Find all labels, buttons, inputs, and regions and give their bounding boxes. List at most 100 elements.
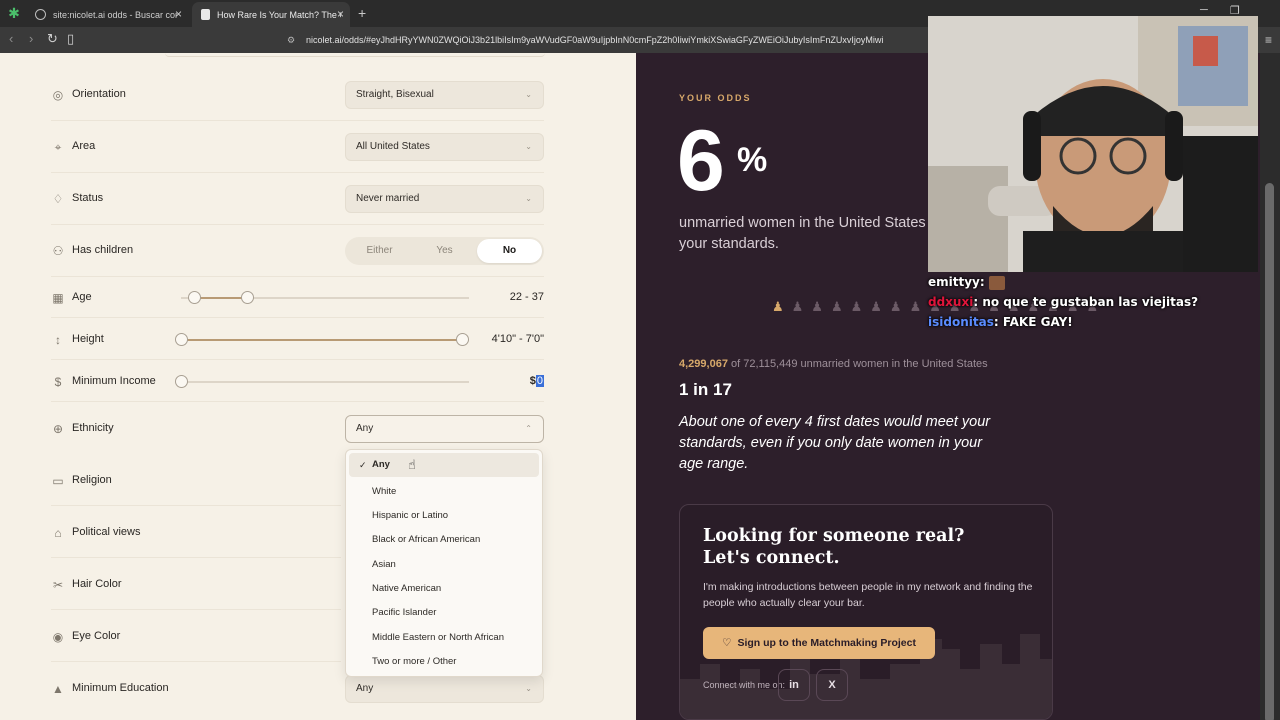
area-select[interactable]: All United States ⌄ bbox=[345, 133, 544, 161]
filter-label: Orientation bbox=[72, 88, 126, 100]
filter-label: Religion bbox=[72, 474, 112, 486]
ethnicity-select[interactable]: Any ⌃ bbox=[345, 415, 544, 443]
filter-ethnicity: ⊕ Ethnicity Any ⌃ bbox=[51, 415, 544, 443]
webcam-overlay bbox=[928, 16, 1258, 272]
building-icon: ⌂ bbox=[54, 526, 62, 540]
ethnicity-option[interactable]: Native American bbox=[346, 577, 542, 601]
segment-yes[interactable]: Yes bbox=[412, 239, 477, 263]
sidebar-toggle-icon[interactable]: ▯ bbox=[67, 31, 74, 47]
filter-label: Minimum Income bbox=[72, 375, 156, 387]
divider bbox=[51, 120, 544, 121]
height-max-handle[interactable] bbox=[456, 333, 469, 346]
income-slider bbox=[175, 375, 469, 389]
address-bar[interactable]: ⚙ nicolet.ai/odds/#eyJhdHRyYWN0ZWQiOiJ3b… bbox=[282, 30, 930, 50]
select-value: Never married bbox=[356, 193, 420, 204]
filter-label: Area bbox=[72, 140, 96, 152]
divider bbox=[51, 661, 341, 662]
menu-icon[interactable]: ≡ bbox=[1265, 33, 1272, 47]
graduation-cap-icon: ▲ bbox=[52, 682, 64, 696]
scrollbar-thumb[interactable] bbox=[1265, 183, 1274, 720]
site-info-icon[interactable]: ⚙ bbox=[287, 30, 295, 50]
education-select[interactable]: Any ⌄ bbox=[345, 675, 544, 703]
divider bbox=[51, 505, 341, 506]
close-icon[interactable]: × bbox=[337, 7, 344, 21]
divider bbox=[51, 557, 341, 558]
ethnicity-option[interactable]: Black or African American bbox=[346, 528, 542, 552]
slider-fill bbox=[181, 339, 462, 341]
height-arrows-icon: ↕ bbox=[55, 333, 61, 347]
stream-chat: emittyy: ddxuxi: no que te gustaban las … bbox=[928, 272, 1260, 332]
slider-fill bbox=[194, 297, 247, 299]
chevron-down-icon: ⌄ bbox=[525, 142, 532, 151]
results-kicker: YOUR ODDS bbox=[679, 93, 752, 103]
page-favicon-icon bbox=[201, 9, 210, 20]
segment-no[interactable]: No bbox=[477, 239, 542, 263]
filter-income: $ Minimum Income $0 bbox=[51, 375, 544, 389]
prev-field-edge bbox=[165, 53, 545, 57]
divider bbox=[51, 224, 544, 225]
check-icon: ✓ bbox=[359, 460, 367, 470]
back-icon[interactable]: ‹ bbox=[9, 31, 13, 46]
x-button[interactable]: X bbox=[816, 669, 848, 701]
filter-label: Eye Color bbox=[72, 630, 121, 642]
filter-label: Status bbox=[72, 192, 104, 204]
filter-label: Age bbox=[72, 291, 92, 303]
filter-children: ⚇ Has children Either Yes No bbox=[51, 237, 544, 265]
filter-height: ↕ Height 4'10" - 7'0" bbox=[51, 333, 544, 347]
slider-track bbox=[181, 381, 469, 383]
reload-icon[interactable]: ↻ bbox=[47, 31, 58, 47]
filter-orientation: ◎ Orientation Straight, Bisexual ⌄ bbox=[51, 81, 544, 109]
tab-title: How Rare Is Your Match? The Od bbox=[217, 9, 341, 20]
age-value: 22 - 37 bbox=[509, 291, 544, 303]
extension-icon[interactable]: ✱ bbox=[6, 5, 22, 21]
orientation-icon: ◎ bbox=[52, 88, 64, 102]
height-range-slider bbox=[175, 333, 469, 347]
currency-symbol: $ bbox=[529, 375, 536, 387]
ethnicity-option[interactable]: Hispanic or Latino bbox=[346, 504, 542, 528]
tab-title: site:nicolet.ai odds - Buscar con Goo bbox=[53, 9, 177, 20]
url-text: nicolet.ai/odds/#eyJhdHRyYWN0ZWQiOiJ3b21… bbox=[306, 35, 884, 45]
filter-label: Minimum Education bbox=[72, 682, 169, 694]
chevron-down-icon: ⌄ bbox=[525, 684, 532, 693]
ethnicity-option[interactable]: Asian bbox=[346, 553, 542, 577]
height-min-handle[interactable] bbox=[175, 333, 188, 346]
income-handle[interactable] bbox=[175, 375, 188, 388]
close-icon[interactable]: × bbox=[175, 7, 182, 21]
browser-tab-active[interactable]: How Rare Is Your Match? The Od × bbox=[192, 2, 350, 27]
income-value: $0 bbox=[530, 375, 544, 387]
ethnicity-option[interactable]: Pacific Islander bbox=[346, 601, 542, 625]
calendar-icon: ▦ bbox=[52, 291, 64, 305]
orientation-select[interactable]: Straight, Bisexual ⌄ bbox=[345, 81, 544, 109]
status-drop-icon: ♢ bbox=[52, 192, 64, 206]
linkedin-button[interactable]: in bbox=[778, 669, 810, 701]
divider bbox=[51, 172, 544, 173]
matchmaking-card: Looking for someone real? Let's connect.… bbox=[679, 504, 1053, 720]
signup-matchmaking-button[interactable]: ♡ Sign up to the Matchmaking Project bbox=[703, 627, 935, 659]
age-max-handle[interactable] bbox=[241, 291, 254, 304]
status-select[interactable]: Never married ⌄ bbox=[345, 185, 544, 213]
ethnicity-option-any[interactable]: ✓ Any bbox=[349, 453, 539, 477]
ethnicity-option[interactable]: Two or more / Other bbox=[346, 650, 542, 674]
card-title: Looking for someone real? Let's connect. bbox=[703, 526, 965, 568]
filter-label: Ethnicity bbox=[72, 422, 114, 434]
age-min-handle[interactable] bbox=[188, 291, 201, 304]
page-scrollbar[interactable] bbox=[1260, 53, 1280, 720]
divider bbox=[51, 359, 544, 360]
odds-ratio: 1 in 17 bbox=[679, 380, 732, 399]
webcam-image bbox=[928, 16, 1258, 272]
select-value: All United States bbox=[356, 141, 430, 152]
forward-icon[interactable]: › bbox=[29, 31, 33, 46]
person-icon-highlight: ♟ bbox=[772, 299, 792, 314]
new-tab-icon[interactable]: + bbox=[358, 5, 366, 21]
filter-status: ♢ Status Never married ⌄ bbox=[51, 185, 544, 213]
segment-either[interactable]: Either bbox=[347, 239, 412, 263]
ethnicity-option[interactable]: White bbox=[346, 480, 542, 504]
filter-age: ▦ Age 22 - 37 bbox=[51, 291, 544, 305]
ethnicity-option[interactable]: Middle Eastern or North African bbox=[346, 626, 542, 650]
chat-message: emittyy: bbox=[928, 272, 1260, 292]
filter-label: Height bbox=[72, 333, 104, 345]
select-value: Any bbox=[356, 423, 374, 434]
browser-tab-search[interactable]: site:nicolet.ai odds - Buscar con Goo × bbox=[26, 2, 188, 27]
chat-username: ddxuxi bbox=[928, 295, 974, 309]
minimize-icon[interactable]: ─ bbox=[1200, 4, 1208, 16]
